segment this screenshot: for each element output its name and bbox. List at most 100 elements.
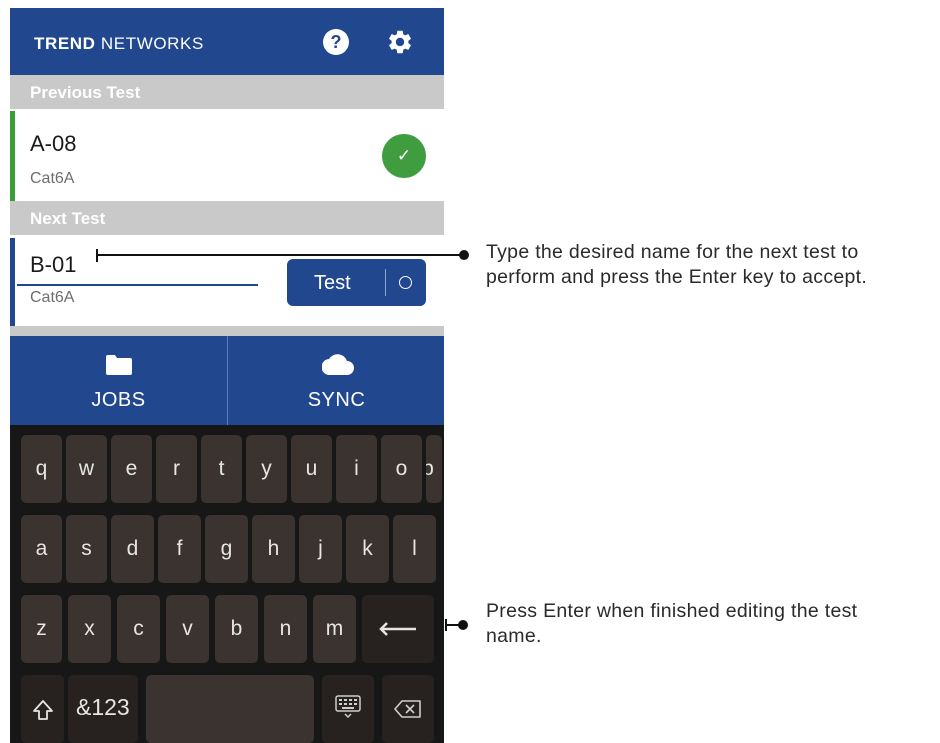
key-v[interactable]: v	[166, 595, 209, 663]
backspace-key[interactable]	[382, 675, 434, 743]
key-b[interactable]: b	[215, 595, 258, 663]
active-bar	[10, 238, 15, 326]
brand-light: NETWORKS	[100, 34, 204, 53]
key-o[interactable]: o	[381, 435, 422, 503]
symbols-key[interactable]: &123	[68, 675, 138, 743]
key-label: k	[362, 537, 373, 560]
key-label: w	[78, 457, 95, 480]
key-label: d	[126, 537, 139, 560]
key-w[interactable]: w	[66, 435, 107, 503]
input-underline	[17, 284, 258, 286]
key-label: h	[267, 537, 280, 560]
key-k[interactable]: k	[346, 515, 389, 583]
status-bar-pass	[10, 111, 15, 201]
key-g[interactable]: g	[205, 515, 248, 583]
key-label: i	[354, 457, 359, 480]
callout-dot-enter	[458, 620, 468, 630]
key-label: a	[35, 537, 48, 560]
key-e[interactable]: e	[111, 435, 152, 503]
test-button-divider	[385, 269, 386, 296]
key-u[interactable]: u	[291, 435, 332, 503]
key-t[interactable]: t	[201, 435, 242, 503]
key-n[interactable]: n	[264, 595, 307, 663]
on-screen-keyboard: q w e r t y u i o p a s d f g h j k l z …	[10, 425, 444, 743]
app-screen: TREND NETWORKS ? Previous Test A-08 Cat6…	[10, 8, 444, 743]
previous-test-header-label: Previous Test	[30, 83, 141, 102]
key-l[interactable]: l	[393, 515, 436, 583]
key-label: l	[412, 537, 417, 560]
brand-bold: TREND	[34, 34, 96, 53]
key-label: o	[395, 457, 408, 480]
app-bar: TREND NETWORKS ?	[10, 8, 444, 75]
key-i[interactable]: i	[336, 435, 377, 503]
next-test-header-label: Next Test	[30, 209, 106, 228]
previous-test-card[interactable]: A-08 Cat6A	[10, 111, 444, 201]
test-button[interactable]: Test	[287, 259, 426, 306]
enter-key[interactable]	[362, 595, 434, 663]
key-j[interactable]: j	[299, 515, 342, 583]
key-c[interactable]: c	[117, 595, 160, 663]
key-y[interactable]: y	[246, 435, 287, 503]
gear-icon[interactable]	[386, 28, 414, 56]
key-d[interactable]: d	[111, 515, 154, 583]
brand-logo: TREND NETWORKS	[34, 34, 204, 54]
cloud-icon	[322, 354, 354, 375]
symbols-key-label: &123	[76, 694, 130, 720]
previous-test-cable-type: Cat6A	[30, 170, 75, 187]
previous-test-name: A-08	[30, 131, 77, 156]
callout-enter-line2: name.	[486, 625, 542, 647]
bottom-nav: JOBS SYNC	[10, 336, 444, 425]
key-label: u	[305, 457, 318, 480]
callout-text-name: Type the desired name for the next test …	[486, 240, 867, 290]
jobs-label: JOBS	[91, 389, 146, 411]
shift-key[interactable]	[21, 675, 64, 743]
test-button-label: Test	[314, 272, 351, 294]
enter-icon	[379, 622, 416, 636]
key-p[interactable]: p	[426, 435, 442, 503]
key-label: x	[84, 617, 95, 640]
callout-enter-line1: Press Enter when finished editing the te…	[486, 600, 858, 622]
callout-name-line1: Type the desired name for the next test …	[486, 241, 859, 263]
sync-button[interactable]: SYNC	[228, 336, 444, 425]
key-label: p	[426, 457, 434, 480]
key-label: q	[35, 457, 48, 480]
next-test-header: Next Test	[10, 201, 444, 235]
sync-label: SYNC	[307, 389, 366, 411]
next-test-cable-type: Cat6A	[30, 289, 75, 306]
key-z[interactable]: z	[21, 595, 62, 663]
key-label: n	[279, 617, 292, 640]
key-label: c	[133, 617, 144, 640]
check-icon: ✓	[382, 134, 426, 178]
callout-line-name	[96, 254, 460, 256]
callout-text-enter: Press Enter when finished editing the te…	[486, 599, 857, 649]
key-x[interactable]: x	[68, 595, 111, 663]
shift-icon	[33, 700, 53, 720]
key-a[interactable]: a	[21, 515, 62, 583]
key-m[interactable]: m	[313, 595, 356, 663]
key-q[interactable]: q	[21, 435, 62, 503]
key-label: e	[125, 457, 138, 480]
key-label: y	[261, 457, 272, 480]
key-label: s	[81, 537, 92, 560]
status-ring-icon	[399, 276, 412, 289]
key-label: z	[36, 617, 47, 640]
callout-dot-name	[459, 250, 469, 260]
key-f[interactable]: f	[158, 515, 201, 583]
keyboard-switch-key[interactable]	[322, 675, 374, 743]
key-label: j	[318, 537, 323, 560]
key-label: t	[218, 457, 225, 480]
key-h[interactable]: h	[252, 515, 295, 583]
key-label: m	[325, 617, 344, 640]
next-test-card: Cat6A Test	[10, 238, 444, 326]
backspace-icon	[394, 700, 421, 718]
key-s[interactable]: s	[66, 515, 107, 583]
keyboard-icon	[335, 695, 361, 719]
key-r[interactable]: r	[156, 435, 197, 503]
callout-name-line2: perform and press the Enter key to accep…	[486, 266, 868, 288]
jobs-button[interactable]: JOBS	[10, 336, 227, 425]
space-key[interactable]	[146, 675, 314, 743]
key-label: b	[230, 617, 243, 640]
key-label: v	[182, 617, 193, 640]
help-icon[interactable]: ?	[323, 29, 349, 55]
key-label: f	[176, 537, 183, 560]
